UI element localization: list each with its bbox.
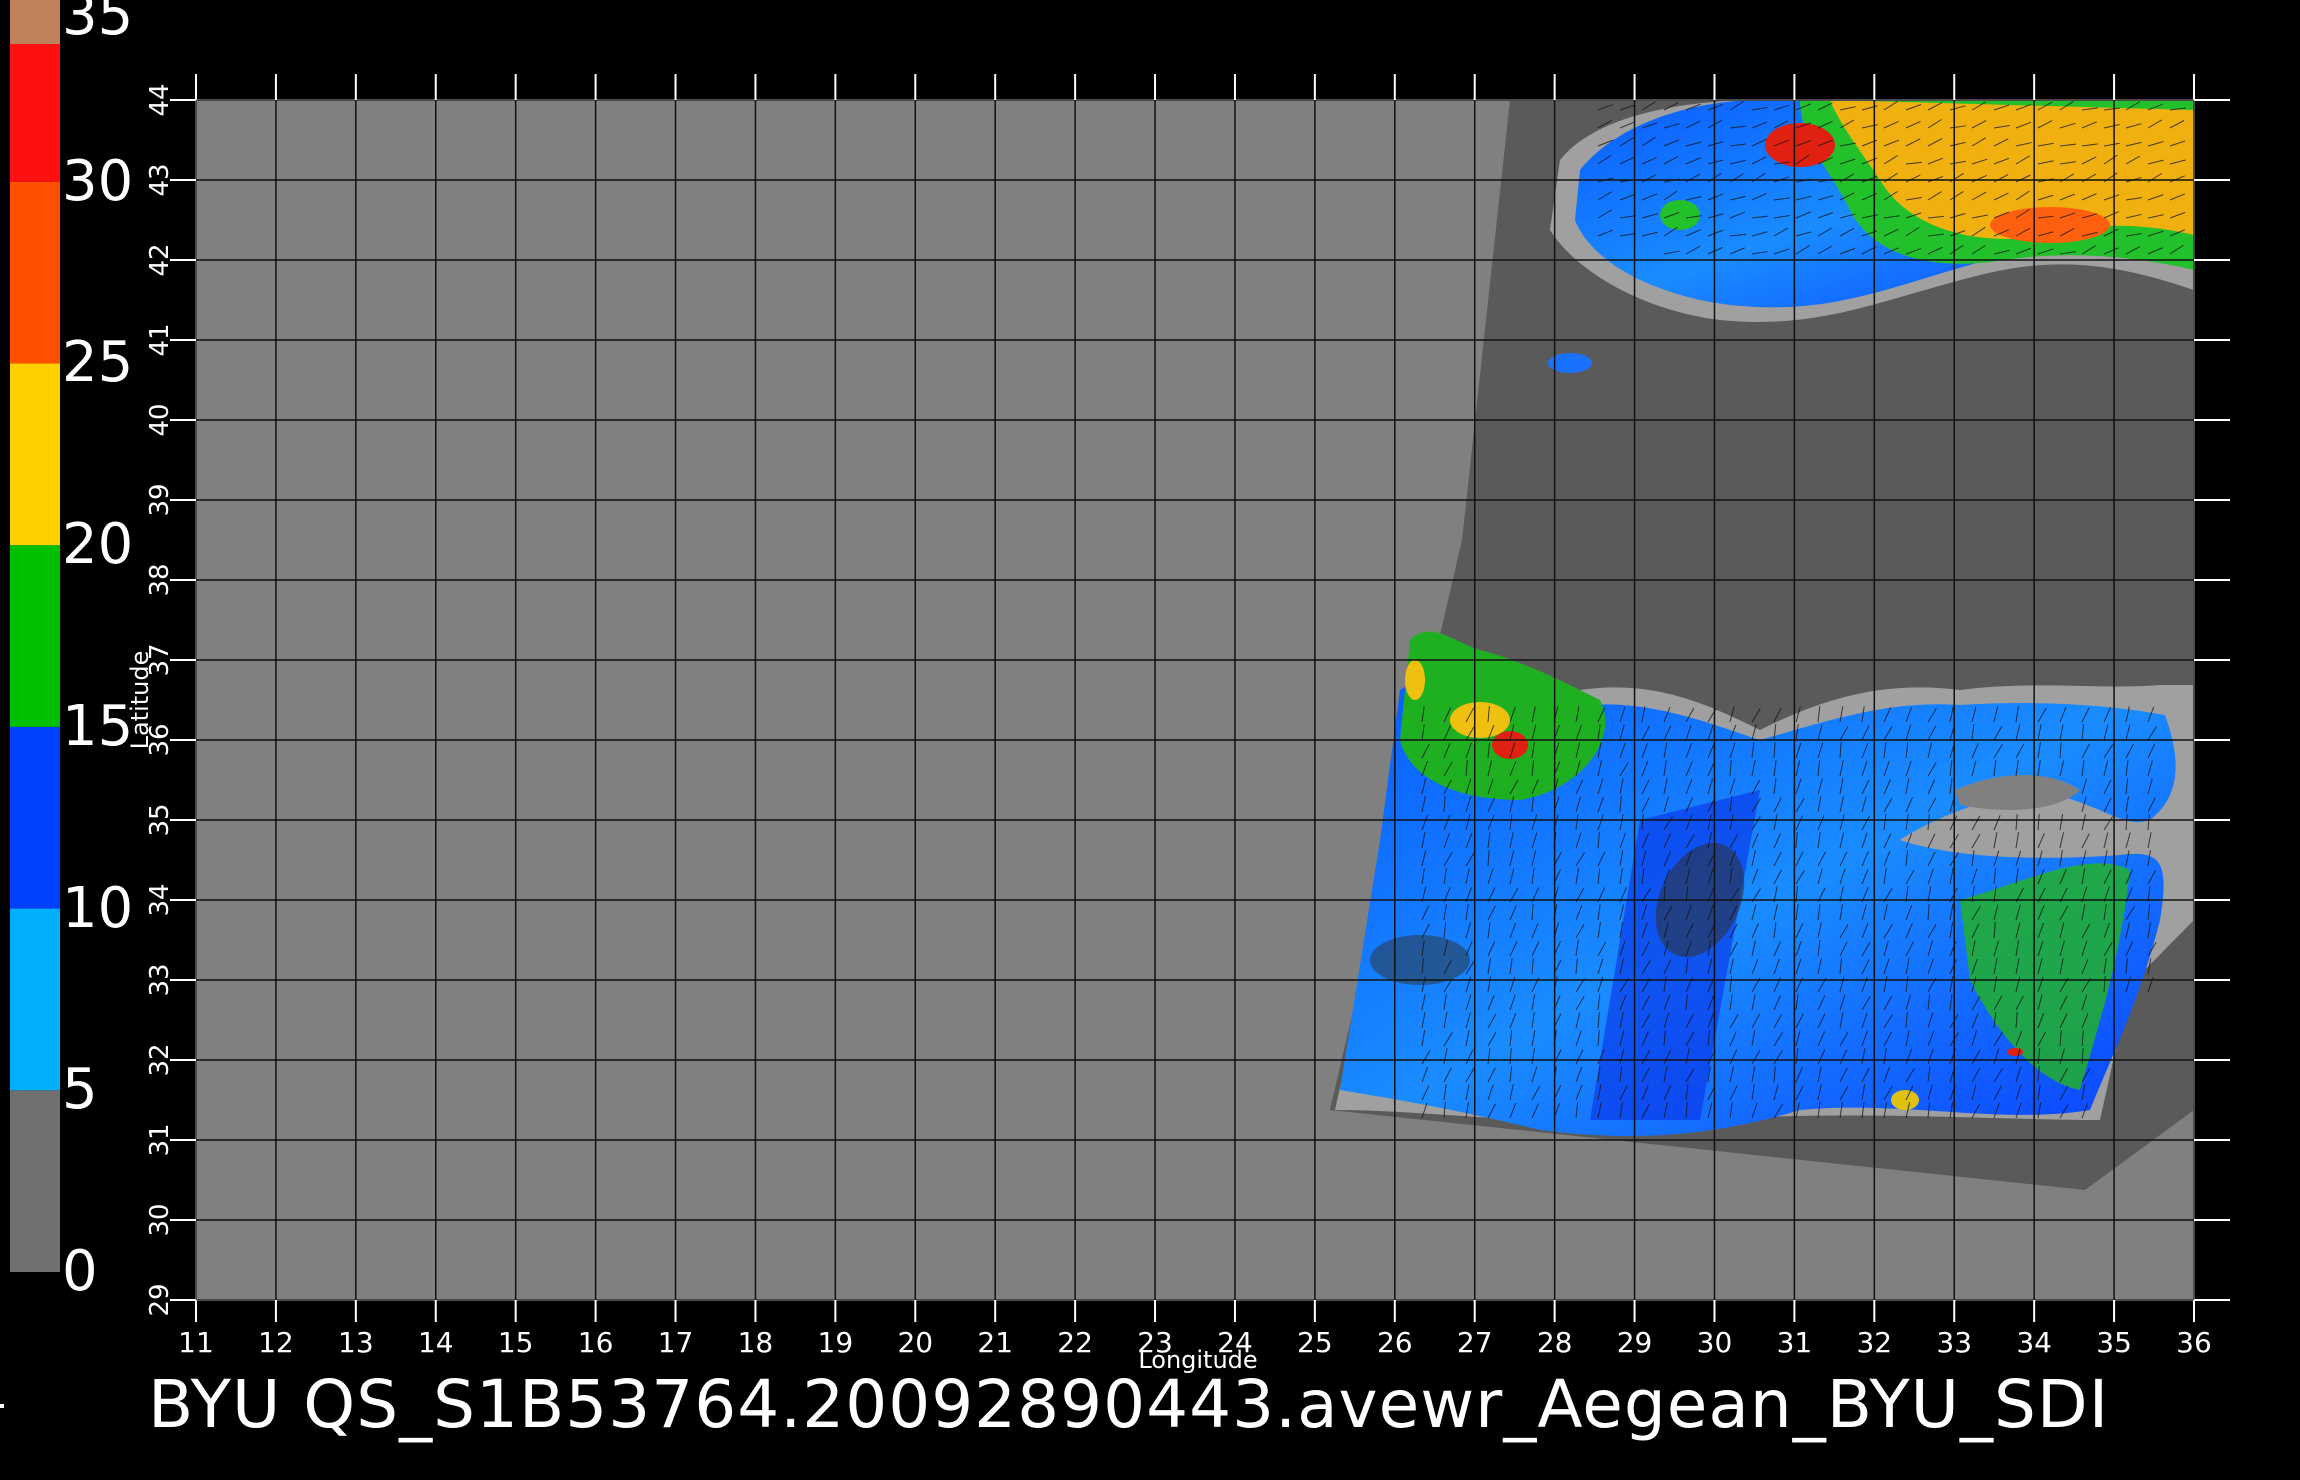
east-spot-red <box>2007 1048 2023 1056</box>
lat-tick-label: 42 <box>145 243 175 276</box>
colorbar-label: 35 <box>62 0 134 48</box>
lon-tick-label: 26 <box>1377 1326 1413 1359</box>
colorbar-label: 10 <box>62 875 134 941</box>
image-title: BYU QS_S1B53764.20092890443.avewr_Aegean… <box>148 1366 2110 1443</box>
wind-map-figure: 11 12 13 14 15 16 17 18 19 20 21 22 23 24 25 26 27 28 29 30… <box>10 0 2230 1374</box>
aegean-yellow-2 <box>1405 660 1425 700</box>
lon-tick-label: 21 <box>977 1326 1013 1359</box>
aegean-yellow <box>1450 702 1510 738</box>
lat-tick-label: 32 <box>145 1043 175 1076</box>
lat-tick-label: 30 <box>145 1203 175 1236</box>
black-sea-green-2 <box>1660 200 1700 230</box>
lon-tick-label: 30 <box>1697 1326 1733 1359</box>
lon-tick-label: 19 <box>818 1326 854 1359</box>
colorbar-segment <box>10 363 60 546</box>
gap-2 <box>1370 935 1470 985</box>
colorbar-label: 20 <box>62 512 134 578</box>
aegean-red <box>1492 731 1528 759</box>
colorbar-label: 0 <box>62 1239 98 1304</box>
lon-tick-label: 25 <box>1297 1326 1333 1359</box>
colorbar-segment <box>10 1090 60 1272</box>
lat-tick-label: 43 <box>145 163 175 196</box>
lat-tick-label: 40 <box>145 403 175 436</box>
lon-tick-label: 12 <box>258 1326 294 1359</box>
lat-tick-label: 34 <box>145 883 175 916</box>
colorbar-segment <box>10 545 60 727</box>
lon-tick-label: 16 <box>578 1326 614 1359</box>
lat-tick-label: 35 <box>145 803 175 836</box>
lon-tick-label: 22 <box>1057 1326 1093 1359</box>
colorbar-label: 5 <box>62 1057 98 1123</box>
marker-dot <box>0 1404 4 1408</box>
lon-tick-label: 36 <box>2176 1326 2212 1359</box>
lon-tick-label: 15 <box>498 1326 534 1359</box>
colorbar-label: 15 <box>62 693 134 759</box>
lon-tick-label: 32 <box>1856 1326 1892 1359</box>
lat-tick-label: 31 <box>145 1123 175 1156</box>
east-spot-yellow <box>1891 1090 1919 1110</box>
lat-tick-label: 44 <box>145 83 175 116</box>
colorbar-segment <box>10 726 60 909</box>
colorbar-label: 25 <box>62 330 134 396</box>
lon-tick-label: 27 <box>1457 1326 1493 1359</box>
lon-tick-label: 31 <box>1777 1326 1813 1359</box>
lon-tick-label: 17 <box>658 1326 694 1359</box>
colorbar-segment <box>10 908 60 1091</box>
colorbar-segment <box>10 181 60 364</box>
lat-tick-label: 38 <box>145 563 175 596</box>
lat-tick-label: 29 <box>145 1283 175 1316</box>
lat-tick-label: 39 <box>145 483 175 516</box>
lat-tick-label: 33 <box>145 963 175 996</box>
lon-tick-label: 13 <box>338 1326 374 1359</box>
lon-tick-label: 28 <box>1537 1326 1573 1359</box>
lon-tick-label: 14 <box>418 1326 454 1359</box>
lon-tick-label: 34 <box>2016 1326 2052 1359</box>
colorbar-cap <box>10 0 60 44</box>
colorbar <box>10 0 60 1272</box>
lat-tick-label: 41 <box>145 323 175 356</box>
lon-tick-label: 35 <box>2096 1326 2132 1359</box>
lon-tick-label: 18 <box>738 1326 774 1359</box>
colorbar-label: 30 <box>62 148 134 214</box>
lon-tick-label: 29 <box>1617 1326 1653 1359</box>
lon-tick-label: 20 <box>897 1326 933 1359</box>
lon-tick-label: 33 <box>1936 1326 1972 1359</box>
lon-tick-label: 11 <box>178 1326 214 1359</box>
